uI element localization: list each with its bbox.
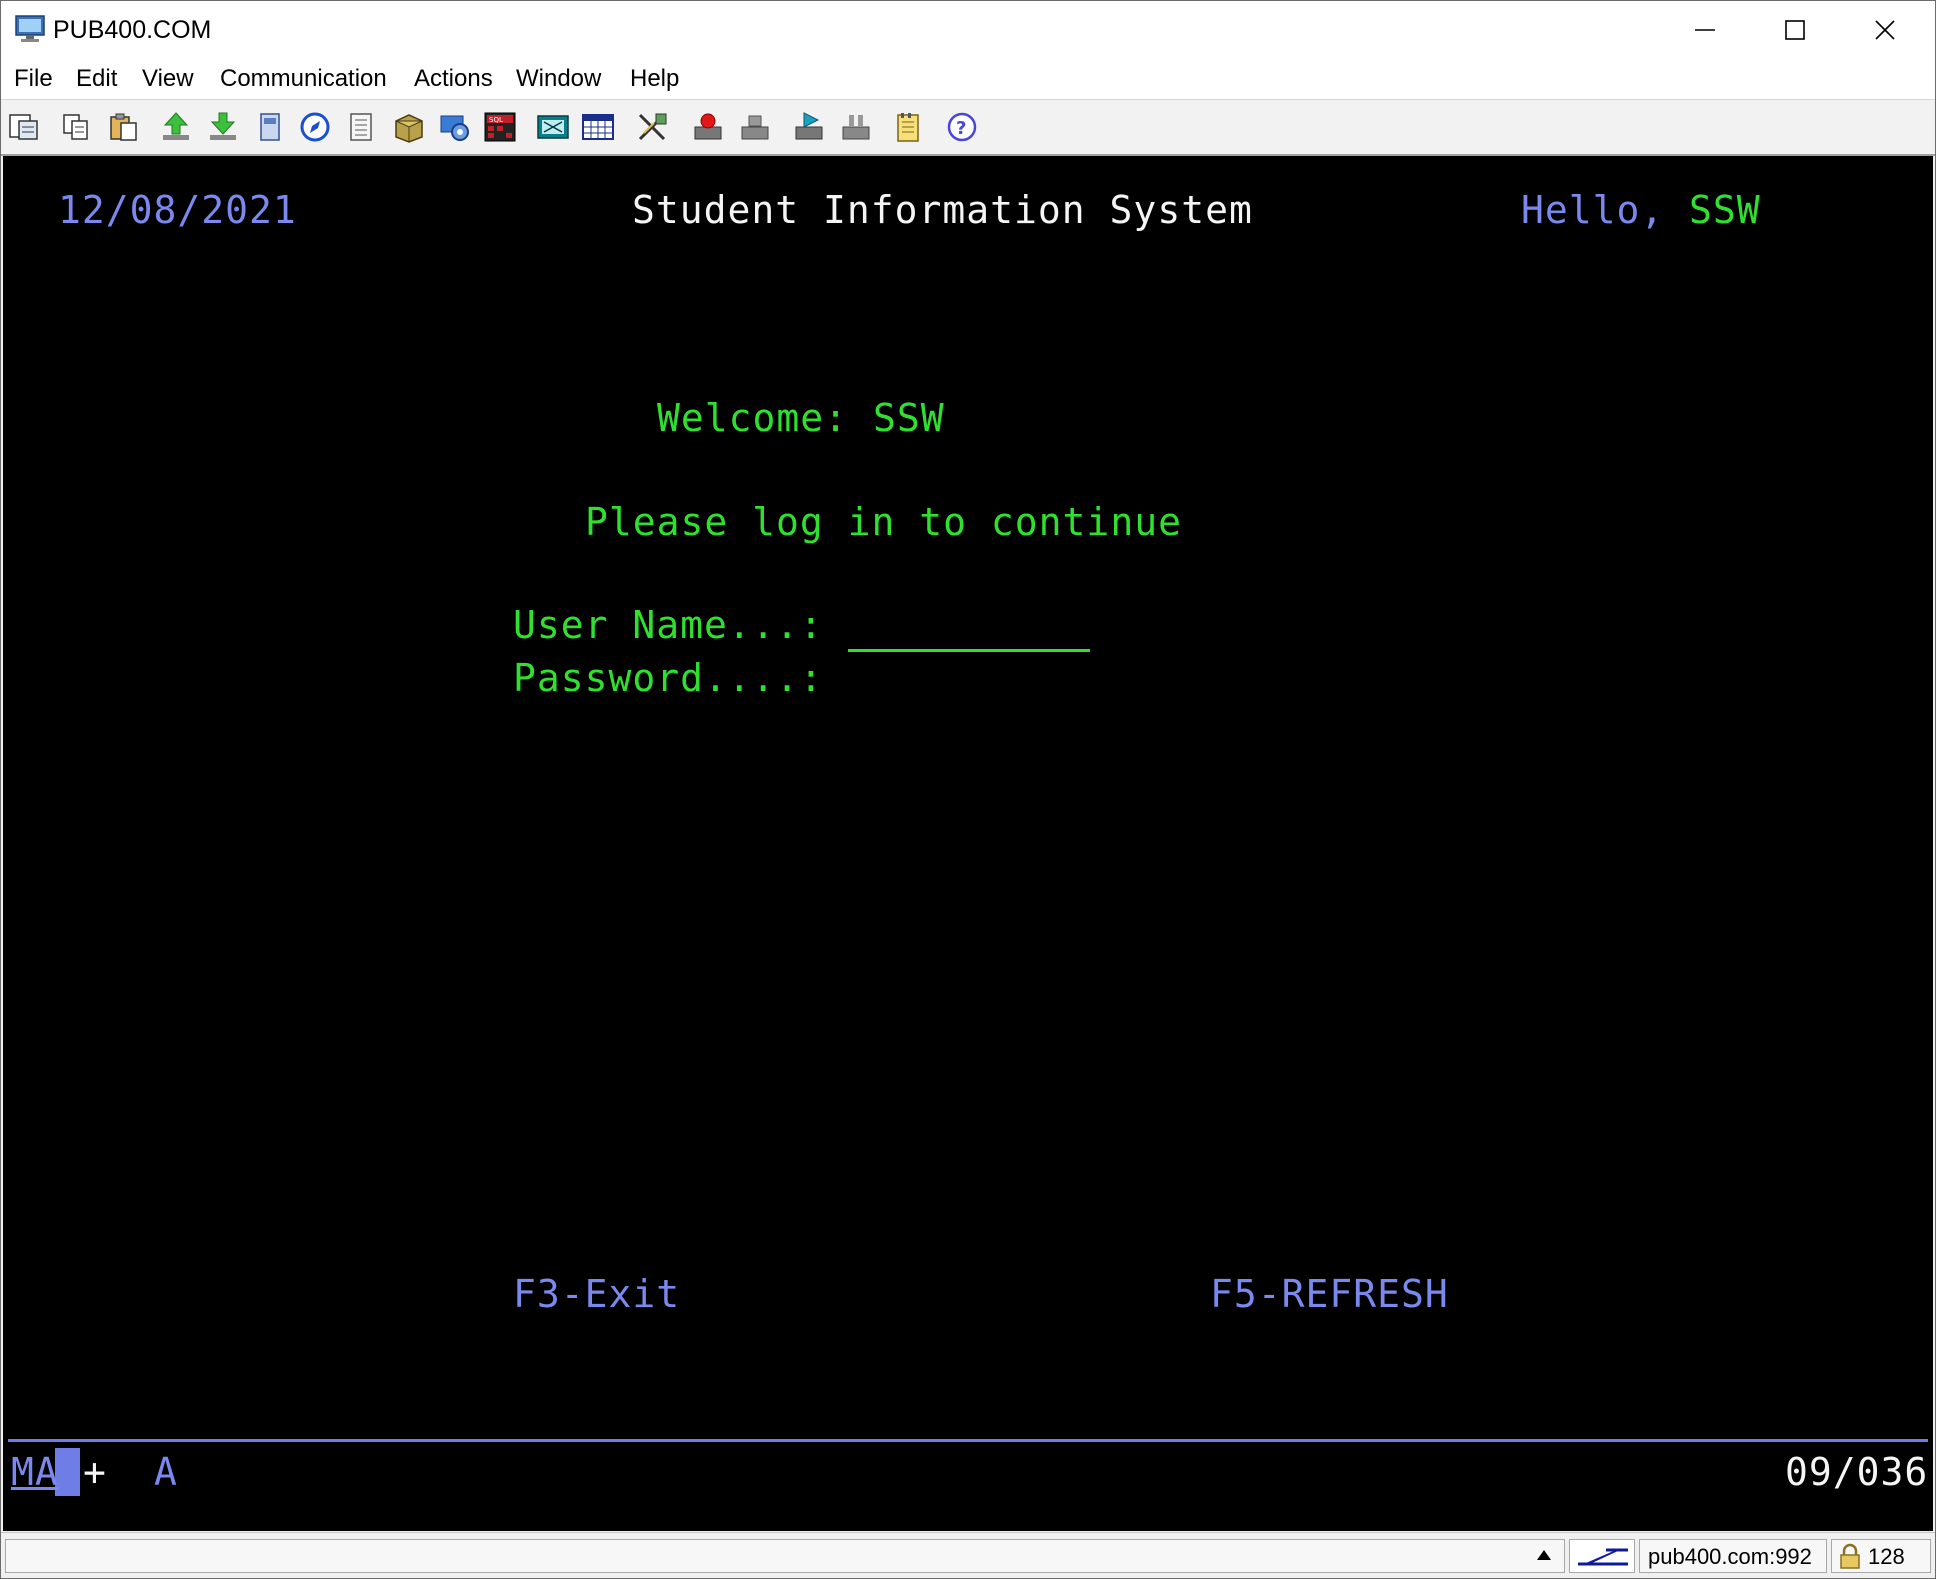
data-transfer-icon[interactable] — [392, 111, 426, 143]
record-macro-icon[interactable] — [691, 111, 725, 143]
send-file-icon[interactable] — [159, 111, 193, 143]
pause-macro-icon[interactable] — [839, 111, 873, 143]
welcome-user: SSW — [873, 396, 945, 440]
menu-help[interactable]: Help — [630, 65, 679, 93]
hello-label: Hello, — [1521, 188, 1665, 232]
menu-actions[interactable]: Actions — [414, 65, 493, 93]
password-label: Password....: — [513, 656, 824, 700]
close-button[interactable] — [1841, 1, 1929, 59]
print-screen-icon[interactable] — [7, 111, 41, 143]
minimize-button[interactable] — [1661, 1, 1749, 59]
username-input[interactable] — [848, 649, 1090, 652]
svg-text:?: ? — [956, 118, 966, 139]
password-input[interactable] — [848, 658, 1090, 702]
f3-exit-key[interactable]: F3-Exit — [513, 1272, 680, 1316]
cursor-position: 09/036 — [1785, 1450, 1929, 1494]
window-title: PUB400.COM — [53, 16, 212, 44]
host-field: pub400.com:992 — [1639, 1539, 1827, 1573]
macro-edit-icon[interactable] — [636, 111, 670, 143]
encryption-level: 128 — [1868, 1544, 1905, 1569]
encryption-field: 128 — [1831, 1539, 1931, 1573]
terminal-screen[interactable]: 12/08/2021 Student Information System He… — [3, 156, 1933, 1531]
maximize-button[interactable] — [1751, 1, 1839, 59]
navigator-icon[interactable] — [298, 111, 332, 143]
grid-icon[interactable] — [581, 111, 615, 143]
stop-macro-icon[interactable] — [738, 111, 772, 143]
title-bar: PUB400.COM — [1, 1, 1935, 59]
menu-communication[interactable]: Communication — [220, 65, 387, 93]
lock-icon — [1840, 1543, 1860, 1569]
menu-bar: File Edit View Communication Actions Win… — [1, 59, 1935, 100]
screen-date: 12/08/2021 — [58, 188, 297, 232]
copy-icon[interactable] — [59, 111, 93, 143]
scroll-up-icon[interactable] — [1536, 1548, 1552, 1562]
oia-indicator: + — [83, 1450, 107, 1494]
settings-icon[interactable] — [438, 111, 472, 143]
receive-file-icon[interactable] — [206, 111, 240, 143]
hello-user: SSW — [1689, 188, 1761, 232]
keyboard-map-icon[interactable] — [536, 111, 570, 143]
connection-status — [1569, 1539, 1635, 1573]
sql-icon[interactable]: SQL — [483, 111, 517, 143]
oia-divider — [8, 1439, 1928, 1442]
emulator-window: PUB400.COM File Edit View Communication … — [0, 0, 1936, 1579]
paste-icon[interactable] — [107, 111, 141, 143]
f5-refresh-key[interactable]: F5-REFRESH — [1210, 1272, 1449, 1316]
maximize-icon — [1785, 20, 1805, 40]
play-macro-icon[interactable] — [792, 111, 826, 143]
username-label: User Name...: — [513, 603, 824, 647]
notes-icon[interactable] — [892, 111, 926, 143]
menu-view[interactable]: View — [142, 65, 194, 93]
help-icon[interactable]: ? — [945, 111, 979, 143]
oia-shift: A — [154, 1450, 178, 1494]
toolbar: SQL ? — [1, 100, 1935, 156]
screen-title: Student Information System — [632, 188, 1253, 232]
oia-mode: MA — [11, 1450, 59, 1494]
svg-text:SQL: SQL — [489, 116, 503, 124]
display-icon[interactable] — [253, 111, 287, 143]
menu-file[interactable]: File — [14, 65, 53, 93]
menu-edit[interactable]: Edit — [76, 65, 117, 93]
status-message-field — [5, 1539, 1565, 1573]
minimize-icon — [1695, 29, 1715, 31]
print-icon[interactable] — [345, 111, 379, 143]
menu-window[interactable]: Window — [516, 65, 601, 93]
connection-icon — [1578, 1548, 1628, 1566]
terminal-app-icon — [15, 15, 45, 42]
close-icon — [1875, 20, 1895, 40]
welcome-label: Welcome: — [657, 396, 849, 440]
status-bar: pub400.com:992 128 — [1, 1532, 1935, 1578]
login-prompt: Please log in to continue — [585, 500, 1182, 544]
